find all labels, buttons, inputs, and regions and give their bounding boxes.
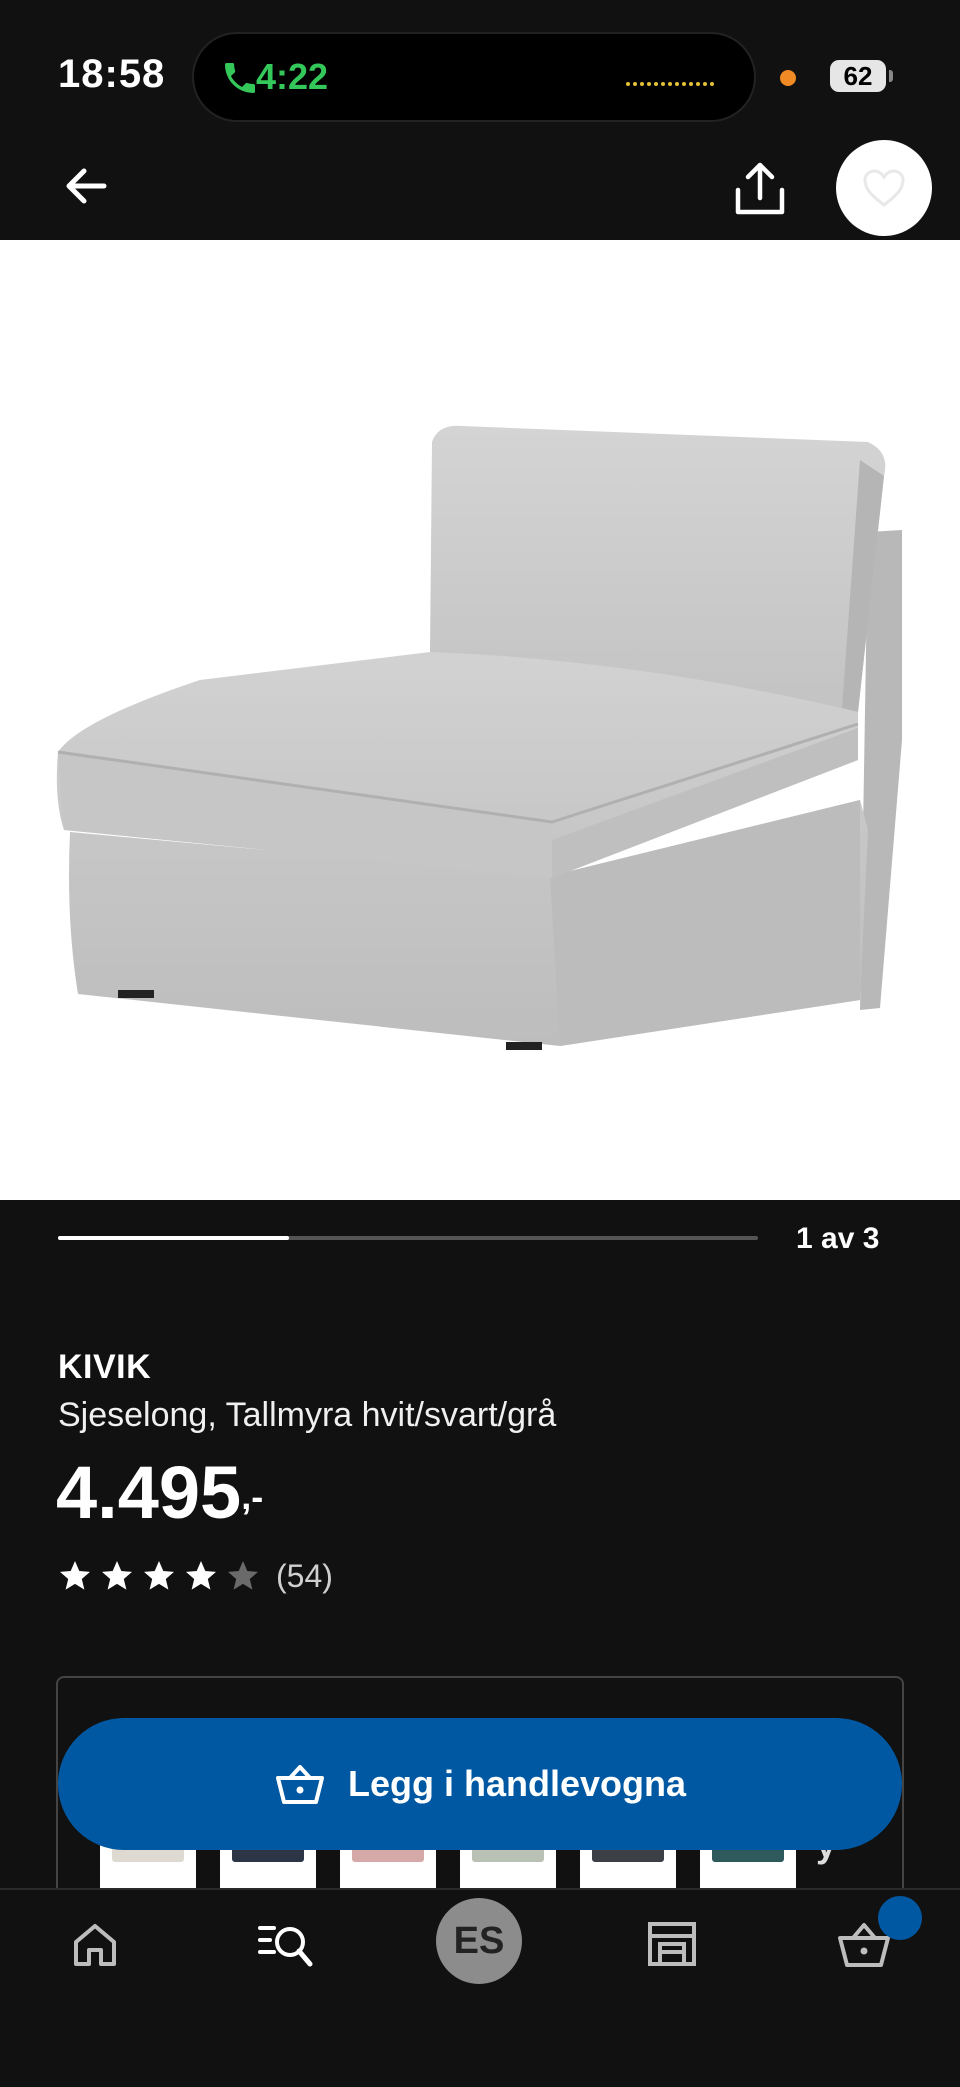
status-bar: 18:58 4:22 62 bbox=[0, 0, 960, 140]
product-rating[interactable]: (54) bbox=[58, 1556, 333, 1596]
star-empty-icon bbox=[228, 1561, 258, 1590]
gallery-progress-bar bbox=[58, 1236, 758, 1240]
price-suffix: ,- bbox=[241, 1476, 264, 1517]
star-filled-icon bbox=[144, 1561, 174, 1590]
basket-icon bbox=[275, 1765, 324, 1804]
product-image[interactable] bbox=[0, 240, 960, 1200]
cart-badge bbox=[878, 1896, 922, 1940]
product-description: Sjeselong, Tallmyra hvit/svart/grå bbox=[58, 1396, 557, 1434]
review-count: (54) bbox=[276, 1557, 333, 1594]
audio-waveform-icon bbox=[626, 75, 722, 86]
search-list-icon[interactable] bbox=[258, 1920, 314, 1970]
rating-stars bbox=[58, 1559, 268, 1593]
heart-icon bbox=[863, 169, 905, 207]
account-avatar[interactable]: ES bbox=[436, 1898, 522, 1984]
star-filled-icon bbox=[60, 1561, 90, 1590]
privacy-indicator-dot bbox=[780, 70, 796, 86]
favorite-button[interactable] bbox=[836, 140, 932, 236]
add-to-cart-label: Legg i handlevogna bbox=[347, 1763, 687, 1804]
star-filled-icon bbox=[186, 1561, 216, 1590]
product-price: 4.495,- bbox=[56, 1448, 263, 1538]
status-time: 18:58 bbox=[58, 52, 166, 96]
battery-level: 62 bbox=[830, 60, 886, 92]
battery-cap bbox=[889, 70, 893, 82]
add-to-cart-button[interactable]: Legg i handlevogna bbox=[58, 1718, 902, 1850]
product-brand: KIVIK bbox=[58, 1348, 152, 1386]
bottom-tab-bar: ES bbox=[0, 1888, 960, 2087]
gallery-progress-fill bbox=[58, 1236, 289, 1240]
call-duration: 4:22 bbox=[256, 56, 329, 97]
share-icon[interactable] bbox=[730, 160, 790, 218]
gallery-page-indicator: 1 av 3 bbox=[796, 1222, 880, 1255]
star-filled-icon bbox=[102, 1561, 132, 1590]
dynamic-island[interactable]: 4:22 bbox=[192, 32, 756, 122]
price-main: 4.495 bbox=[56, 1451, 242, 1534]
home-icon[interactable] bbox=[70, 1920, 120, 1970]
store-icon[interactable] bbox=[646, 1920, 698, 1968]
phone-icon bbox=[225, 63, 255, 93]
chaise-longue-image bbox=[56, 425, 902, 1050]
back-arrow-icon[interactable] bbox=[60, 160, 112, 212]
